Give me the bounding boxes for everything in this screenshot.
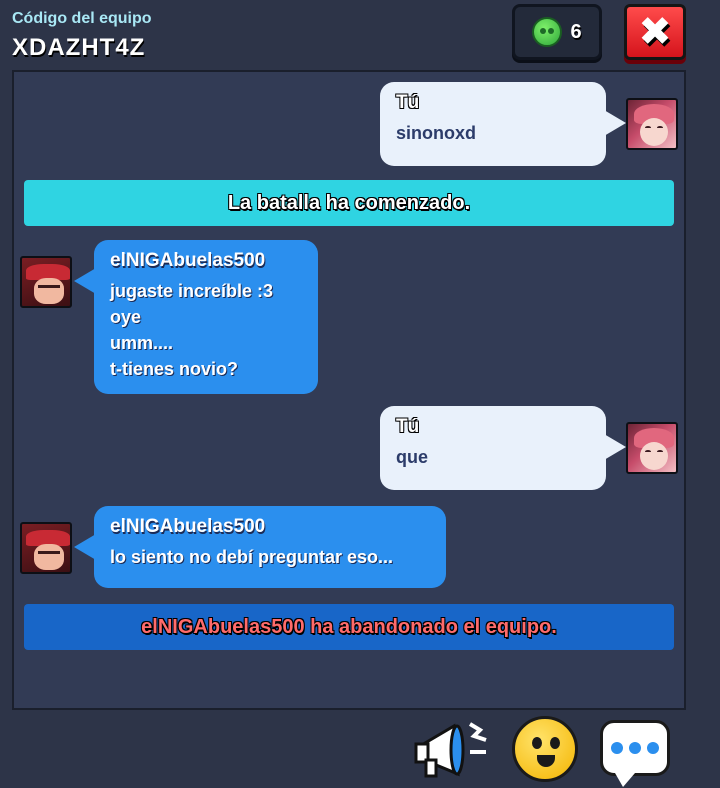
- team-code-label: Código del equipo: [12, 10, 152, 27]
- message-text: sinonoxd: [396, 123, 476, 143]
- chat-message-own: Tú que: [380, 406, 606, 490]
- bubble-tail: [74, 268, 96, 294]
- online-status-icon: [532, 17, 563, 47]
- chat-message-other: elNIGAbuelas500 lo siento no debí pregun…: [94, 506, 446, 588]
- player-left-banner: elNIGAbuelas500 ha abandonado el equipo.: [24, 604, 674, 650]
- chat-message-own: Tú sinonoxd: [380, 82, 606, 166]
- player-avatar-other[interactable]: [20, 256, 72, 308]
- close-icon: ✖: [638, 10, 672, 54]
- message-author: elNIGAbuelas500: [110, 516, 266, 537]
- message-text: lo siento no debí preguntar eso...: [110, 547, 394, 567]
- bubble-tail: [604, 110, 626, 136]
- message-author: Tú: [396, 92, 420, 113]
- message-text: oye: [110, 307, 142, 327]
- message-text: jugaste increíble :3: [110, 281, 274, 301]
- message-text: umm....: [110, 333, 174, 353]
- message-author: elNIGAbuelas500: [110, 250, 266, 271]
- message-author: Tú: [396, 416, 420, 437]
- chat-icon[interactable]: [600, 720, 670, 787]
- player-avatar-you[interactable]: [626, 98, 678, 150]
- bubble-tail: [74, 534, 96, 560]
- message-text: que: [396, 447, 429, 467]
- message-text: t-tienes novio?: [110, 359, 239, 379]
- player-avatar-other[interactable]: [20, 522, 72, 574]
- chat-log[interactable]: Tú sinonoxd La batalla ha comenzado. elN…: [12, 70, 686, 710]
- battle-started-banner: La batalla ha comenzado.: [24, 180, 674, 226]
- megaphone-icon[interactable]: [414, 716, 494, 782]
- close-button[interactable]: ✖: [624, 4, 686, 60]
- player-avatar-you[interactable]: [626, 422, 678, 474]
- online-count: 6: [570, 20, 582, 43]
- emote-icon[interactable]: [512, 716, 578, 782]
- online-players-button[interactable]: 6: [512, 4, 602, 60]
- chat-message-other: elNIGAbuelas500 jugaste increíble :3 oye…: [94, 240, 318, 394]
- bubble-tail: [604, 434, 626, 460]
- team-code: XDAZHT4Z: [12, 34, 146, 61]
